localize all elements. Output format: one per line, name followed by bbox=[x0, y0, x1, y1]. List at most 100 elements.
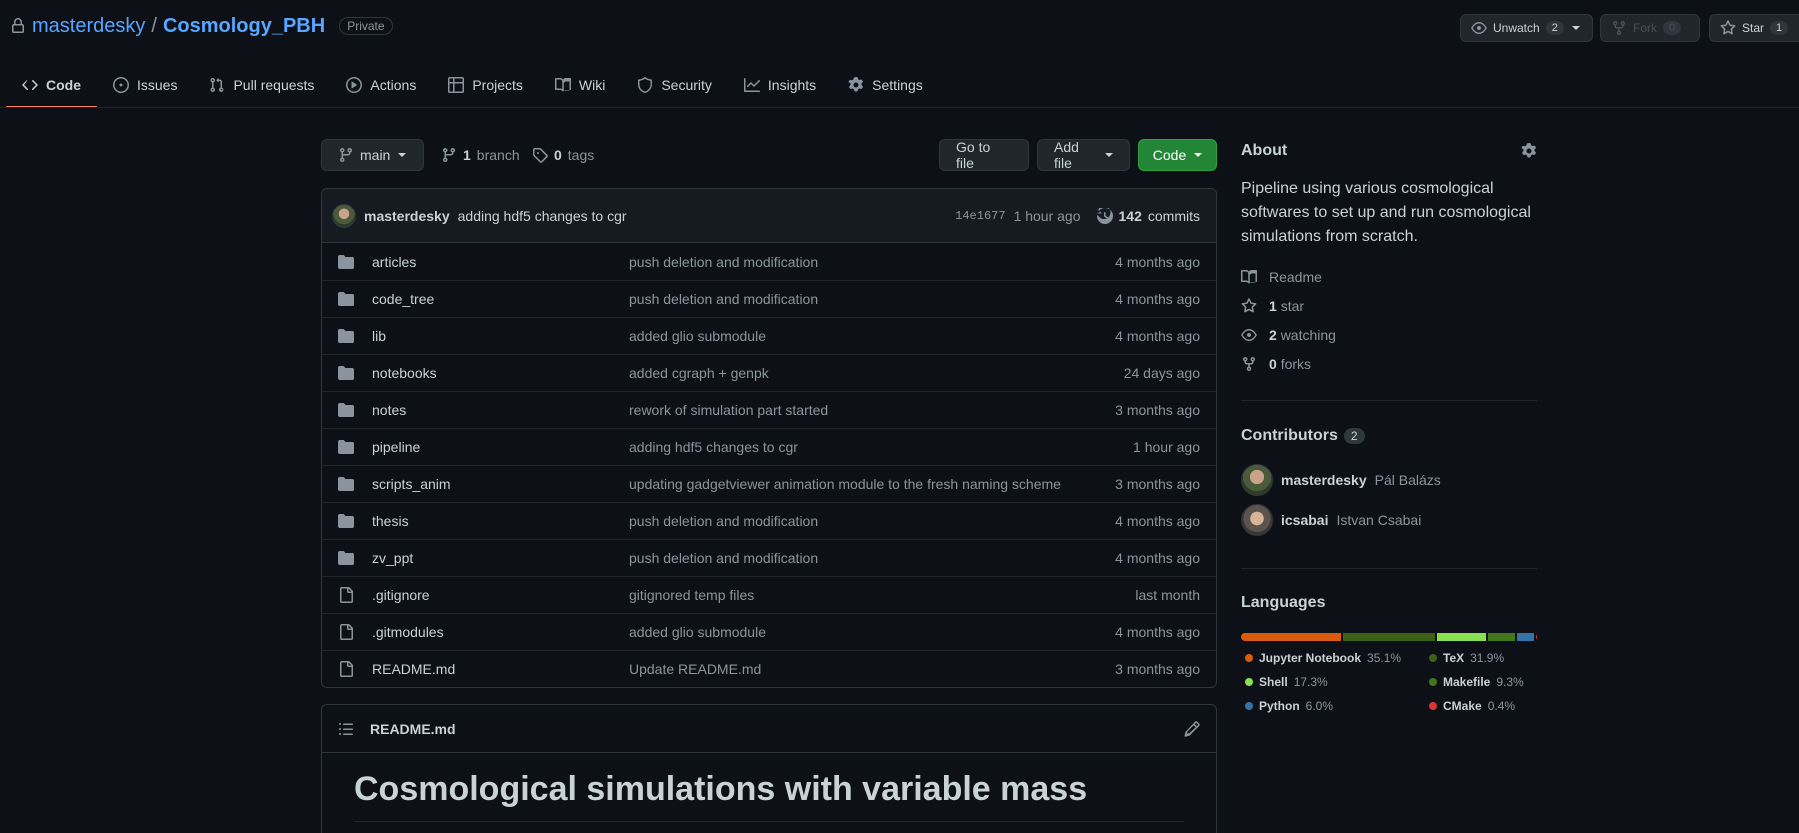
file-name[interactable]: .gitignore bbox=[372, 587, 629, 603]
file-commit-age: 4 months ago bbox=[1115, 253, 1200, 270]
add-file-button[interactable]: Add file bbox=[1037, 139, 1130, 171]
file-row[interactable]: lib added glio submodule 4 months ago bbox=[322, 317, 1216, 354]
contributor-login: icsabai bbox=[1281, 512, 1329, 528]
avatar bbox=[1241, 464, 1273, 496]
gear-icon bbox=[848, 77, 864, 93]
file-commit-age: 3 months ago bbox=[1115, 402, 1200, 418]
file-commit-message[interactable]: push deletion and modification bbox=[629, 550, 1115, 566]
file-name[interactable]: README.md bbox=[372, 661, 629, 677]
pencil-icon[interactable] bbox=[1184, 720, 1200, 737]
language-item[interactable]: Python 6.0% bbox=[1241, 696, 1425, 716]
go-to-file-button[interactable]: Go to file bbox=[939, 139, 1029, 171]
contributors-header[interactable]: Contributors 2 bbox=[1241, 424, 1537, 448]
tab-security[interactable]: Security bbox=[621, 62, 728, 108]
history-icon bbox=[1096, 207, 1113, 224]
file-row[interactable]: thesis push deletion and modification 4 mo… bbox=[322, 502, 1216, 539]
language-bar-segment bbox=[1436, 633, 1487, 641]
file-commit-message[interactable]: rework of simulation part started bbox=[629, 402, 1115, 418]
file-name[interactable]: lib bbox=[372, 328, 629, 344]
file-commit-message[interactable]: push deletion and modification bbox=[629, 254, 1115, 270]
file-row[interactable]: .gitmodules added glio submodule 4 months … bbox=[322, 613, 1216, 650]
file-row[interactable]: README.md Update README.md 3 months ago bbox=[322, 650, 1216, 687]
repo-name-link[interactable]: Cosmology_PBH bbox=[163, 15, 325, 38]
file-commit-message[interactable]: added glio submodule bbox=[629, 624, 1115, 640]
tab-pull-requests[interactable]: Pull requests bbox=[193, 62, 330, 108]
repo-owner-link[interactable]: masterdesky bbox=[32, 15, 145, 38]
shield-icon bbox=[637, 77, 653, 93]
file-row[interactable]: notebooks added cgraph + genpk 24 days ago bbox=[322, 354, 1216, 391]
file-commit-message[interactable]: push deletion and modification bbox=[629, 291, 1115, 307]
tab-projects[interactable]: Projects bbox=[432, 62, 539, 108]
file-commit-message[interactable]: updating gadgetviewer animation module t… bbox=[629, 476, 1115, 492]
branch-select-button[interactable]: main bbox=[321, 139, 424, 171]
file-name[interactable]: notes bbox=[372, 402, 629, 418]
gear-icon[interactable] bbox=[1521, 143, 1537, 159]
language-item[interactable]: TeX 31.9% bbox=[1425, 648, 1537, 668]
forks-link[interactable]: 0 forks bbox=[1241, 349, 1537, 378]
file-row[interactable]: zv_ppt push deletion and modification 4 mo… bbox=[322, 539, 1216, 576]
language-item[interactable]: Makefile 9.3% bbox=[1425, 672, 1537, 692]
file-commit-message[interactable]: added glio submodule bbox=[629, 328, 1115, 344]
file-row[interactable]: articles push deletion and modification 4 … bbox=[322, 243, 1216, 280]
file-row[interactable]: code_tree push deletion and modification 4… bbox=[322, 280, 1216, 317]
file-name[interactable]: notebooks bbox=[372, 365, 629, 381]
readme-link[interactable]: Readme bbox=[1241, 262, 1537, 291]
commit-author[interactable]: masterdesky bbox=[364, 208, 450, 224]
chevron-down-icon bbox=[1571, 26, 1580, 30]
tab-actions[interactable]: Actions bbox=[330, 62, 432, 108]
file-name[interactable]: articles bbox=[372, 254, 629, 270]
pull-request-icon bbox=[209, 77, 225, 93]
file-row[interactable]: notes rework of simulation part started 3 … bbox=[322, 391, 1216, 428]
file-name[interactable]: zv_ppt bbox=[372, 550, 629, 566]
commit-sha[interactable]: 14e1677 bbox=[955, 209, 1005, 223]
language-item[interactable]: Jupyter Notebook 35.1% bbox=[1241, 648, 1425, 668]
file-commit-message[interactable]: gitignored temp files bbox=[629, 587, 1135, 603]
readme-heading: Cosmological simulations with variable m… bbox=[354, 770, 1088, 808]
language-item[interactable]: Shell 17.3% bbox=[1241, 672, 1425, 692]
watching-link[interactable]: 2 watching bbox=[1241, 320, 1537, 349]
file-name[interactable]: pipeline bbox=[372, 439, 629, 455]
tags-link[interactable]: 0 tags bbox=[532, 139, 594, 171]
commits-link[interactable]: 142 commits bbox=[1096, 207, 1200, 224]
stars-link[interactable]: 1 star bbox=[1241, 291, 1537, 320]
file-name[interactable]: thesis bbox=[372, 513, 629, 529]
readme-filename[interactable]: README.md bbox=[370, 721, 1168, 737]
contributor-item[interactable]: masterdesky Pál Balázs bbox=[1241, 464, 1537, 496]
tab-insights[interactable]: Insights bbox=[728, 62, 832, 108]
file-icon bbox=[338, 661, 354, 677]
star-button[interactable]: Star 1 bbox=[1709, 14, 1799, 42]
latest-commit-bar: masterdesky adding hdf5 changes to cgr 1… bbox=[322, 189, 1216, 243]
unwatch-label: Unwatch bbox=[1493, 21, 1540, 35]
code-icon bbox=[22, 77, 38, 93]
file-name[interactable]: scripts_anim bbox=[372, 476, 629, 492]
avatar[interactable] bbox=[332, 203, 356, 228]
commits-count: 142 bbox=[1118, 207, 1142, 224]
unwatch-button[interactable]: Unwatch 2 bbox=[1460, 14, 1593, 42]
commit-message[interactable]: adding hdf5 changes to cgr bbox=[458, 208, 948, 224]
file-name[interactable]: .gitmodules bbox=[372, 624, 629, 640]
tab-settings[interactable]: Settings bbox=[832, 62, 939, 108]
branches-link[interactable]: 1 branch bbox=[441, 139, 520, 171]
file-commit-message[interactable]: added cgraph + genpk bbox=[629, 365, 1124, 381]
file-name[interactable]: code_tree bbox=[372, 291, 629, 307]
file-commit-message[interactable]: Update README.md bbox=[629, 661, 1115, 677]
code-button[interactable]: Code bbox=[1138, 139, 1217, 171]
language-bar-segment bbox=[1343, 633, 1435, 641]
file-commit-message[interactable]: adding hdf5 changes to cgr bbox=[629, 439, 1133, 455]
language-item[interactable]: CMake 0.4% bbox=[1425, 696, 1537, 716]
fork-button[interactable]: Fork 0 bbox=[1600, 14, 1700, 42]
repo-header: masterdesky / Cosmology_PBH Private bbox=[10, 12, 393, 40]
list-icon[interactable] bbox=[338, 721, 354, 737]
tab-code[interactable]: Code bbox=[6, 62, 97, 108]
tab-issues[interactable]: Issues bbox=[97, 62, 193, 108]
contributor-item[interactable]: icsabai Istvan Csabai bbox=[1241, 504, 1537, 536]
languages-header: Languages bbox=[1241, 594, 1537, 612]
tab-wiki[interactable]: Wiki bbox=[539, 62, 621, 108]
file-row[interactable]: pipeline adding hdf5 changes to cgr 1 hour… bbox=[322, 428, 1216, 465]
file-row[interactable]: scripts_anim updating gadgetviewer animat… bbox=[322, 465, 1216, 502]
file-row[interactable]: .gitignore gitignored temp files last mont… bbox=[322, 576, 1216, 613]
file-commit-age: 1 hour ago bbox=[1133, 439, 1200, 455]
about-header: About bbox=[1241, 140, 1537, 162]
language-name: Python bbox=[1259, 699, 1300, 713]
file-commit-message[interactable]: push deletion and modification bbox=[629, 513, 1115, 529]
